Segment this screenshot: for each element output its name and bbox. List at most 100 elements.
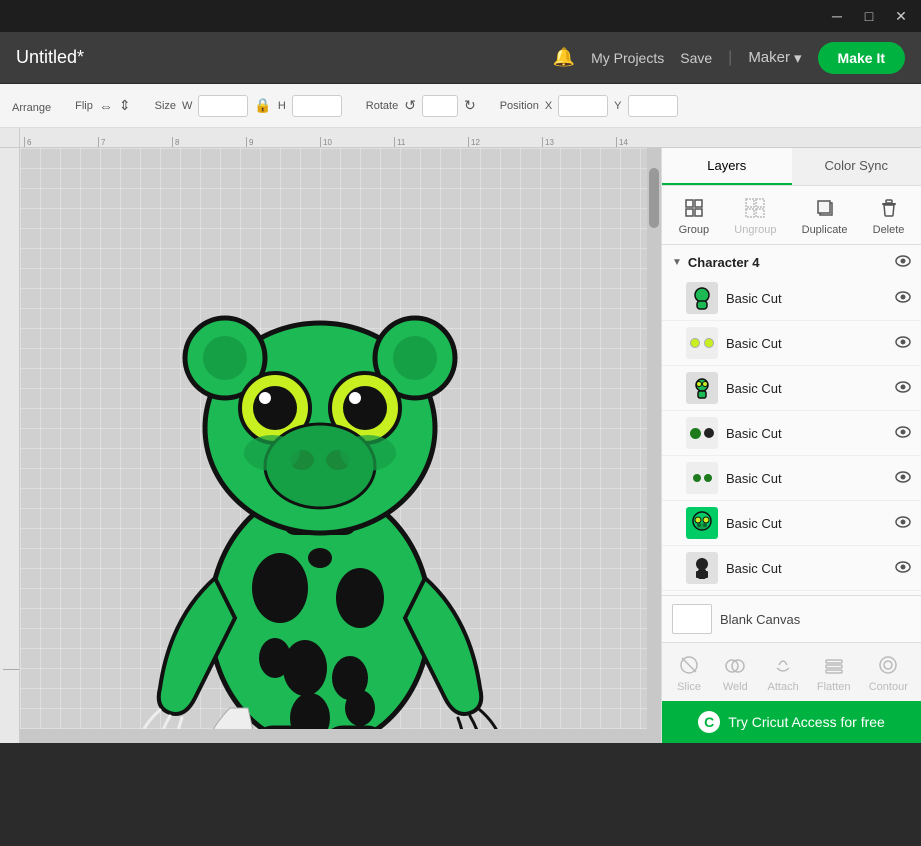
delete-icon bbox=[875, 194, 903, 222]
arrange-button[interactable]: Arrange bbox=[12, 98, 51, 114]
attach-label: Attach bbox=[768, 681, 799, 693]
flatten-button[interactable]: Flatten bbox=[817, 651, 851, 693]
tab-color-sync[interactable]: Color Sync bbox=[792, 148, 921, 185]
rotate-ccw-button[interactable]: ↺ bbox=[404, 97, 416, 114]
size-group: Size W 🔒 H bbox=[155, 95, 342, 117]
layer-name: Basic Cut bbox=[726, 561, 887, 576]
ruler-v-tick bbox=[5, 669, 7, 743]
chevron-down-icon: ▾ bbox=[794, 49, 802, 67]
rotate-input[interactable] bbox=[422, 95, 458, 117]
layer-item[interactable]: Basic Cut bbox=[662, 276, 921, 321]
flip-label: Flip bbox=[75, 100, 93, 112]
layer-name: Basic Cut bbox=[726, 381, 887, 396]
layer-item[interactable]: Basic Cut bbox=[662, 321, 921, 366]
layer-eye-button[interactable] bbox=[895, 515, 911, 531]
ungroup-button[interactable]: Ungroup bbox=[734, 194, 776, 236]
layer-item[interactable]: Basic Cut bbox=[662, 411, 921, 456]
weld-icon bbox=[721, 651, 749, 679]
close-button[interactable]: ✕ bbox=[889, 4, 913, 28]
header: Untitled* 🔔 My Projects Save | Maker ▾ M… bbox=[0, 32, 921, 84]
blank-canvas-row: Blank Canvas bbox=[662, 595, 921, 642]
vertical-scrollbar[interactable] bbox=[647, 148, 661, 743]
title-bar: ─ □ ✕ bbox=[0, 0, 921, 32]
x-input[interactable] bbox=[558, 95, 608, 117]
save-link[interactable]: Save bbox=[680, 50, 712, 66]
right-panel: Layers Color Sync Group Ungroup bbox=[661, 148, 921, 743]
blank-canvas-thumb bbox=[672, 604, 712, 634]
ruler-corner bbox=[0, 128, 20, 148]
maximize-button[interactable]: □ bbox=[857, 4, 881, 28]
layer-item[interactable]: Basic Cut bbox=[662, 501, 921, 546]
my-projects-link[interactable]: My Projects bbox=[591, 50, 664, 66]
duplicate-button[interactable]: Duplicate bbox=[802, 194, 848, 236]
maker-button[interactable]: Maker ▾ bbox=[748, 49, 801, 67]
ruler-v-tick bbox=[7, 669, 9, 743]
layer-item[interactable]: Basic Cut bbox=[662, 456, 921, 501]
horizontal-scrollbar[interactable] bbox=[20, 729, 661, 743]
group-header[interactable]: ▼ Character 4 bbox=[662, 249, 921, 276]
ruler-tick: 12 bbox=[468, 137, 542, 147]
ruler-tick: 8 bbox=[172, 137, 246, 147]
layer-eye-button[interactable] bbox=[895, 380, 911, 396]
layer-name: Basic Cut bbox=[726, 336, 887, 351]
ruler-tick: 14 bbox=[616, 137, 690, 147]
height-input[interactable] bbox=[292, 95, 342, 117]
layer-eye-button[interactable] bbox=[895, 425, 911, 441]
layer-name: Basic Cut bbox=[726, 291, 887, 306]
slice-button[interactable]: Slice bbox=[675, 651, 703, 693]
ungroup-label: Ungroup bbox=[734, 224, 776, 236]
ruler-ticks: 6 7 8 9 10 11 12 13 14 bbox=[20, 128, 921, 147]
blank-canvas-label: Blank Canvas bbox=[720, 612, 800, 627]
canvas-area[interactable] bbox=[20, 148, 661, 743]
x-label: X bbox=[545, 100, 552, 112]
y-label: Y bbox=[614, 100, 621, 112]
h-label: H bbox=[278, 100, 286, 112]
slice-icon bbox=[675, 651, 703, 679]
minimize-button[interactable]: ─ bbox=[825, 4, 849, 28]
flatten-label: Flatten bbox=[817, 681, 851, 693]
tab-layers[interactable]: Layers bbox=[662, 148, 792, 185]
ruler-tick: 7 bbox=[98, 137, 172, 147]
ungroup-icon bbox=[741, 194, 769, 222]
layer-eye-button[interactable] bbox=[895, 470, 911, 486]
cricut-access-bar[interactable]: C Try Cricut Access for free bbox=[662, 701, 921, 743]
weld-label: Weld bbox=[723, 681, 748, 693]
flip-v-button[interactable]: ⇕ bbox=[119, 97, 131, 114]
layer-thumb-3 bbox=[686, 372, 718, 404]
width-input[interactable] bbox=[198, 95, 248, 117]
lock-icon[interactable]: 🔒 bbox=[254, 97, 271, 114]
canvas-main-row: Layers Color Sync Group Ungroup bbox=[0, 148, 921, 743]
layer-name: Basic Cut bbox=[726, 516, 887, 531]
layer-eye-button[interactable] bbox=[895, 335, 911, 351]
contour-button[interactable]: Contour bbox=[869, 651, 908, 693]
layer-eye-button[interactable] bbox=[895, 560, 911, 576]
rotate-cw-button[interactable]: ↻ bbox=[464, 97, 476, 114]
character-container[interactable] bbox=[80, 198, 560, 743]
bell-icon[interactable]: 🔔 bbox=[553, 47, 575, 68]
contour-label: Contour bbox=[869, 681, 908, 693]
group-button[interactable]: Group bbox=[679, 194, 710, 236]
ruler-tick: 10 bbox=[320, 137, 394, 147]
position-label: Position bbox=[500, 100, 539, 112]
ruler-tick: 6 bbox=[24, 137, 98, 147]
delete-button[interactable]: Delete bbox=[873, 194, 905, 236]
make-it-button[interactable]: Make It bbox=[818, 42, 905, 74]
layer-item[interactable]: Basic Cut bbox=[662, 366, 921, 411]
y-input[interactable] bbox=[628, 95, 678, 117]
layer-eye-button[interactable] bbox=[895, 290, 911, 306]
cricut-logo: C bbox=[698, 711, 720, 733]
ruler-v-tick bbox=[15, 669, 17, 743]
layer-thumb-1 bbox=[686, 282, 718, 314]
layer-item[interactable]: Basic Cut bbox=[662, 546, 921, 591]
attach-button[interactable]: Attach bbox=[768, 651, 799, 693]
attach-icon bbox=[769, 651, 797, 679]
layer-thumb-6 bbox=[686, 507, 718, 539]
group-eye-button[interactable] bbox=[895, 255, 911, 270]
scrollbar-thumb-v[interactable] bbox=[649, 168, 659, 228]
flip-h-button[interactable]: ⇔ bbox=[99, 98, 113, 114]
group-icon bbox=[680, 194, 708, 222]
separator: | bbox=[728, 49, 732, 67]
layer-thumb-7 bbox=[686, 552, 718, 584]
ruler-tick: 9 bbox=[246, 137, 320, 147]
weld-button[interactable]: Weld bbox=[721, 651, 749, 693]
